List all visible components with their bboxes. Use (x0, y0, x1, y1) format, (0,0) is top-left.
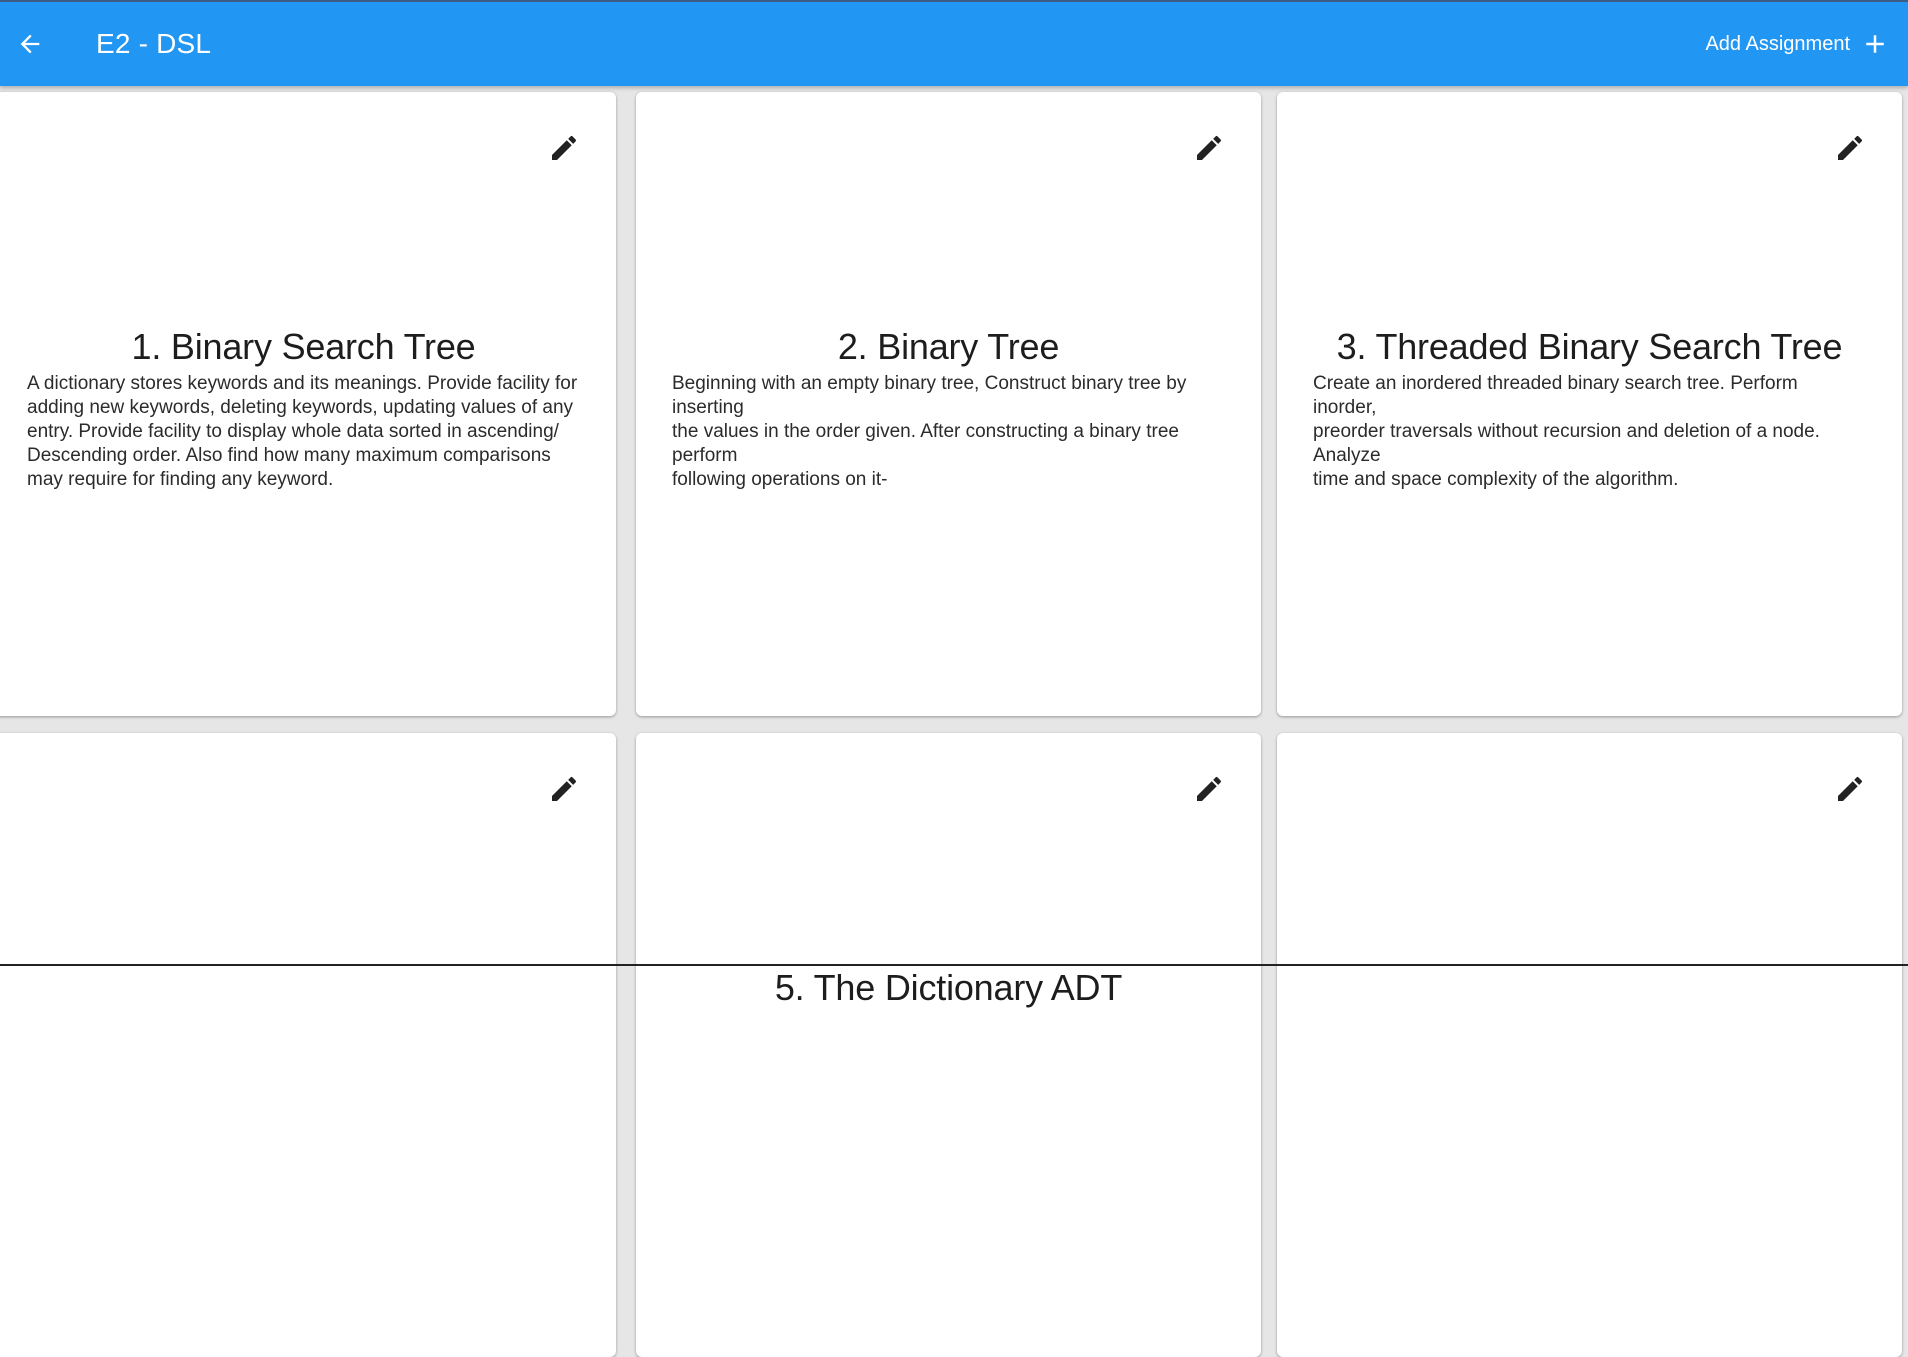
assignment-card[interactable] (0, 733, 616, 1357)
assignment-card[interactable]: 1. Binary Search Tree A dictionary store… (0, 92, 616, 716)
edit-button[interactable] (1832, 130, 1868, 166)
assignment-title: 2. Binary Tree (636, 326, 1261, 368)
assignment-description: Beginning with an empty binary tree, Con… (672, 372, 1225, 492)
assignment-title: 3. Threaded Binary Search Tree (1277, 326, 1902, 368)
assignment-title: 1. Binary Search Tree (0, 326, 616, 368)
edit-button[interactable] (546, 771, 582, 807)
pencil-icon (1834, 132, 1866, 164)
pencil-icon (548, 773, 580, 805)
assignment-card[interactable]: 2. Binary Tree Beginning with an empty b… (636, 92, 1261, 716)
assignment-card[interactable]: 5. The Dictionary ADT (636, 733, 1261, 1357)
assignment-grid: 1. Binary Search Tree A dictionary store… (0, 86, 1908, 966)
assignment-card[interactable]: 3. Threaded Binary Search Tree Create an… (1277, 92, 1902, 716)
add-assignment-label: Add Assignment (1705, 33, 1850, 56)
edit-button[interactable] (1191, 130, 1227, 166)
pencil-icon (548, 132, 580, 164)
pencil-icon (1193, 132, 1225, 164)
assignment-description: Create an inordered threaded binary sear… (1313, 372, 1866, 492)
edit-button[interactable] (1191, 771, 1227, 807)
edit-button[interactable] (546, 130, 582, 166)
add-assignment-button[interactable]: Add Assignment (1705, 20, 1890, 68)
assignment-description: A dictionary stores keywords and its mea… (27, 372, 580, 492)
page-title: E2 - DSL (96, 2, 211, 86)
edit-button[interactable] (1832, 771, 1868, 807)
plus-icon (1860, 29, 1890, 59)
back-button[interactable] (8, 20, 52, 68)
arrow-left-icon (16, 30, 44, 58)
pencil-icon (1834, 773, 1866, 805)
app-bar: E2 - DSL Add Assignment (0, 2, 1908, 86)
assignment-card[interactable] (1277, 733, 1902, 1357)
pencil-icon (1193, 773, 1225, 805)
assignment-title: 5. The Dictionary ADT (636, 967, 1261, 1009)
